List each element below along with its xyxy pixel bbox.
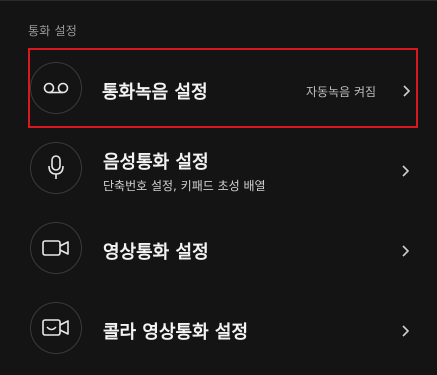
- microphone-icon-container: [30, 142, 82, 194]
- video-call-settings-item[interactable]: 영상통화 설정: [0, 210, 437, 290]
- chevron-right-icon: [402, 245, 410, 257]
- voice-call-settings-label: 음성통화 설정: [103, 152, 209, 173]
- microphone-icon: [48, 155, 64, 179]
- top-divider: [0, 0, 437, 1]
- video-call-settings-label: 영상통화 설정: [103, 242, 209, 263]
- cola-video-call-settings-item[interactable]: 콜라 영상통화 설정: [0, 290, 437, 370]
- video-camera-icon-container: [30, 222, 82, 274]
- call-settings-screen: 통화 설정 통화녹음 설정 자동녹음 켜짐 음성통화 설정 단축번호 설정, 키…: [0, 0, 437, 375]
- video-call-icon-container: [30, 302, 82, 354]
- video-call-icon: [42, 319, 69, 336]
- cola-video-call-settings-label: 콜라 영상통화 설정: [103, 322, 249, 343]
- chevron-right-icon: [402, 165, 410, 177]
- section-header: 통화 설정: [28, 24, 77, 38]
- call-recording-settings-item[interactable]: 통화녹음 설정 자동녹음 켜짐: [28, 48, 418, 128]
- voice-call-settings-subtitle: 단축번호 설정, 키패드 초성 배열: [103, 179, 266, 193]
- voice-call-settings-item[interactable]: 음성통화 설정 단축번호 설정, 키패드 초성 배열: [0, 130, 437, 210]
- chevron-right-icon: [403, 85, 411, 97]
- voicemail-icon: [43, 82, 69, 94]
- auto-record-status: 자동녹음 켜짐: [306, 85, 377, 99]
- call-recording-settings-label: 통화녹음 설정: [102, 82, 208, 103]
- voicemail-icon-container: [30, 62, 82, 114]
- video-camera-icon: [42, 240, 69, 256]
- chevron-right-icon: [402, 325, 410, 337]
